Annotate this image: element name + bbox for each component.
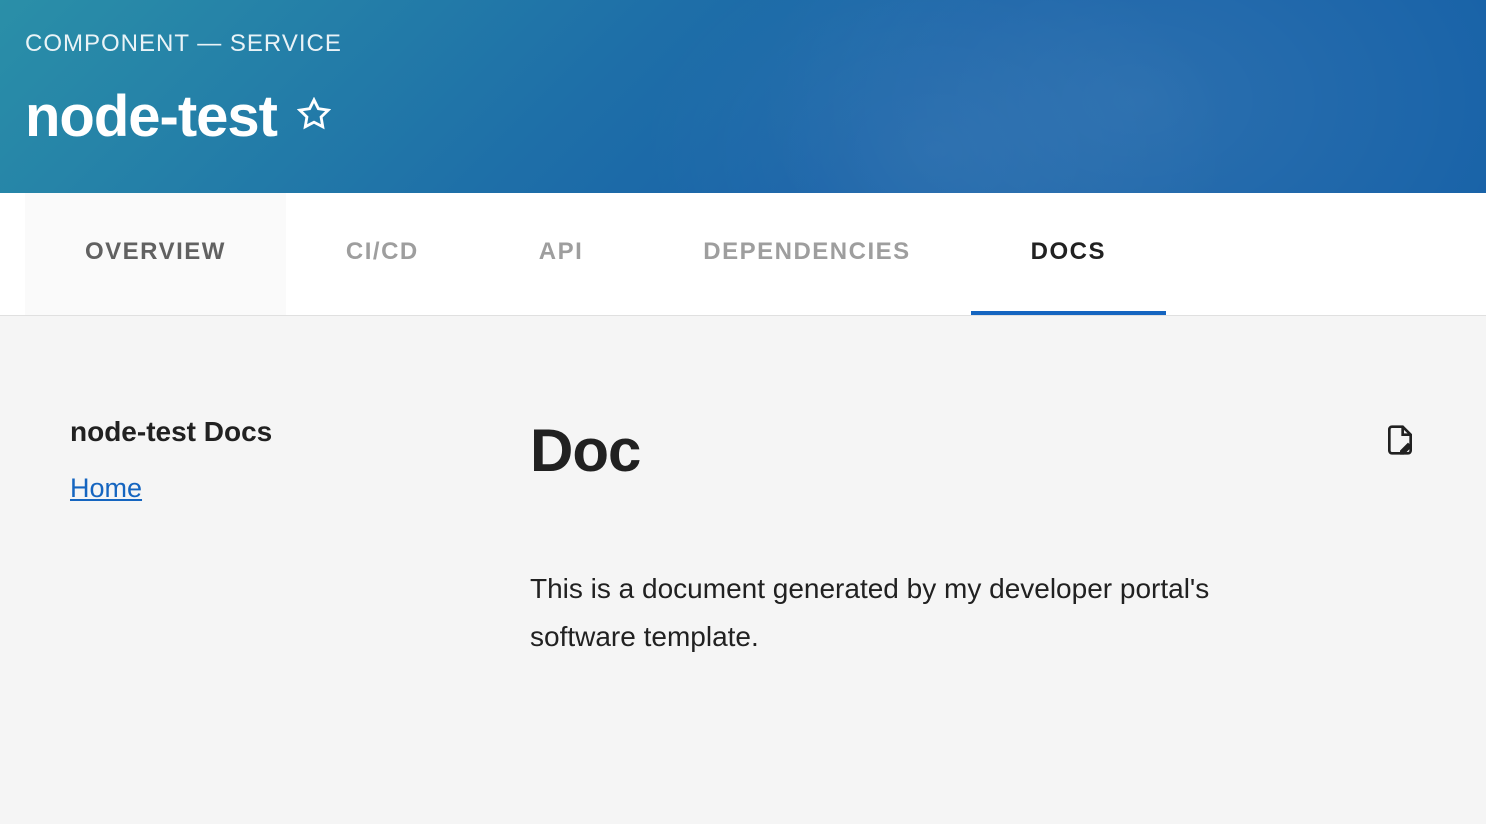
title-row: node-test [25,83,1461,150]
page-header: COMPONENT — SERVICE node-test [0,0,1486,193]
breadcrumb: COMPONENT — SERVICE [25,30,1461,58]
sidebar-link-home[interactable]: Home [70,473,142,503]
tab-docs[interactable]: DOCS [971,193,1166,315]
star-icon[interactable] [297,97,331,136]
tabs-container: OVERVIEW CI/CD API DEPENDENCIES DOCS [0,193,1486,316]
tab-cicd[interactable]: CI/CD [286,193,479,315]
doc-header: Doc [530,416,1416,485]
sidebar-title: node-test Docs [70,416,470,448]
tab-overview[interactable]: OVERVIEW [25,193,286,315]
tab-api[interactable]: API [479,193,644,315]
docs-sidebar: node-test Docs Home [70,416,470,660]
doc-body: This is a document generated by my devel… [530,565,1310,660]
doc-title: Doc [530,416,640,485]
tab-dependencies[interactable]: DEPENDENCIES [643,193,970,315]
edit-doc-icon[interactable] [1384,424,1416,461]
page-title: node-test [25,83,277,150]
content-area: node-test Docs Home Doc This is a docume… [0,316,1486,760]
doc-main: Doc This is a document generated by my d… [530,416,1416,660]
